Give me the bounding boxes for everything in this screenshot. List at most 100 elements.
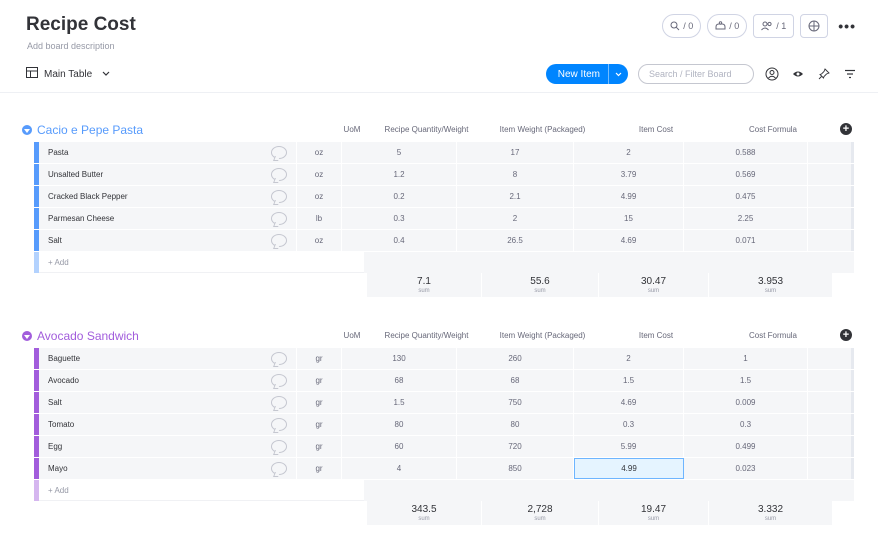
item-name-cell[interactable]: Salt	[39, 230, 297, 251]
qty-cell[interactable]: 68	[342, 370, 457, 391]
add-item-row[interactable]: + Add	[34, 480, 854, 501]
item-name-cell[interactable]: Cracked Black Pepper	[39, 186, 297, 207]
group-title-wrap[interactable]: Avocado Sandwich	[22, 329, 139, 343]
column-header-formula[interactable]: Cost Formula	[711, 331, 835, 340]
column-header-cost[interactable]: Item Cost	[601, 331, 711, 340]
qty-cell[interactable]: 0.2	[342, 186, 457, 207]
members-button[interactable]: / 1	[753, 14, 795, 38]
weight-cell[interactable]: 850	[457, 458, 574, 479]
item-name-cell[interactable]: Baguette	[39, 348, 297, 369]
table-row[interactable]: Parmesan Cheese lb 0.3 2 15 2.25	[34, 208, 854, 230]
item-name-cell[interactable]: Salt	[39, 392, 297, 413]
integrations-button[interactable]: / 0	[707, 14, 748, 38]
comment-icon[interactable]	[271, 146, 287, 159]
board-description[interactable]: Add board description	[27, 41, 115, 51]
eye-hide-icon[interactable]	[790, 66, 806, 82]
add-item-row[interactable]: + Add	[34, 252, 854, 273]
table-row[interactable]: Mayo gr 4 850 4.99 0.023	[34, 458, 854, 480]
formula-cell[interactable]: 0.588	[684, 142, 808, 163]
item-name-cell[interactable]: Avocado	[39, 370, 297, 391]
uom-cell[interactable]: oz	[297, 164, 342, 185]
weight-cell[interactable]: 26.5	[457, 230, 574, 251]
qty-cell[interactable]: 1.2	[342, 164, 457, 185]
cost-cell[interactable]: 4.99	[574, 186, 684, 207]
view-selector[interactable]: Main Table	[26, 67, 110, 81]
add-item-input[interactable]: + Add	[39, 252, 364, 273]
group-title-wrap[interactable]: Cacio e Pepe Pasta	[22, 123, 143, 137]
comment-icon[interactable]	[271, 462, 287, 475]
comment-icon[interactable]	[271, 190, 287, 203]
item-name-cell[interactable]: Parmesan Cheese	[39, 208, 297, 229]
qty-cell[interactable]: 0.4	[342, 230, 457, 251]
collapse-group-icon[interactable]	[22, 331, 32, 341]
cost-cell[interactable]: 4.69	[574, 392, 684, 413]
formula-cell[interactable]: 0.071	[684, 230, 808, 251]
item-name-cell[interactable]: Pasta	[39, 142, 297, 163]
column-header-weight[interactable]: Item Weight (Packaged)	[484, 125, 601, 134]
column-header-weight[interactable]: Item Weight (Packaged)	[484, 331, 601, 340]
activity-button[interactable]: / 0	[662, 14, 702, 38]
uom-cell[interactable]: gr	[297, 392, 342, 413]
weight-cell[interactable]: 80	[457, 414, 574, 435]
add-column-icon[interactable]: +	[840, 123, 852, 135]
comment-icon[interactable]	[271, 396, 287, 409]
table-row[interactable]: Salt oz 0.4 26.5 4.69 0.071	[34, 230, 854, 252]
table-row[interactable]: Avocado gr 68 68 1.5 1.5	[34, 370, 854, 392]
formula-cell[interactable]: 0.569	[684, 164, 808, 185]
table-row[interactable]: Tomato gr 80 80 0.3 0.3	[34, 414, 854, 436]
formula-cell[interactable]: 2.25	[684, 208, 808, 229]
weight-cell[interactable]: 2.1	[457, 186, 574, 207]
uom-cell[interactable]: oz	[297, 142, 342, 163]
weight-cell[interactable]: 2	[457, 208, 574, 229]
board-title[interactable]: Recipe Cost	[26, 14, 136, 36]
comment-icon[interactable]	[271, 352, 287, 365]
column-header-uom[interactable]: UoM	[335, 331, 369, 340]
qty-cell[interactable]: 130	[342, 348, 457, 369]
weight-cell[interactable]: 8	[457, 164, 574, 185]
qty-cell[interactable]: 1.5	[342, 392, 457, 413]
item-name-cell[interactable]: Tomato	[39, 414, 297, 435]
comment-icon[interactable]	[271, 440, 287, 453]
cost-cell[interactable]: 4.69	[574, 230, 684, 251]
new-item-button[interactable]: New Item	[545, 64, 628, 84]
formula-cell[interactable]: 0.023	[684, 458, 808, 479]
formula-cell[interactable]: 1	[684, 348, 808, 369]
cost-cell[interactable]: 2	[574, 348, 684, 369]
collapse-group-icon[interactable]	[22, 125, 32, 135]
column-header-uom[interactable]: UoM	[335, 125, 369, 134]
add-column-icon[interactable]: +	[840, 329, 852, 341]
pin-icon[interactable]	[816, 66, 832, 82]
new-item-dropdown-icon[interactable]	[608, 64, 628, 84]
weight-cell[interactable]: 68	[457, 370, 574, 391]
column-header-cost[interactable]: Item Cost	[601, 125, 711, 134]
add-item-input[interactable]: + Add	[39, 480, 364, 501]
qty-cell[interactable]: 4	[342, 458, 457, 479]
table-row[interactable]: Salt gr 1.5 750 4.69 0.009	[34, 392, 854, 414]
column-header-qty[interactable]: Recipe Quantity/Weight	[369, 125, 484, 134]
uom-cell[interactable]: gr	[297, 370, 342, 391]
weight-cell[interactable]: 750	[457, 392, 574, 413]
qty-cell[interactable]: 60	[342, 436, 457, 457]
cost-cell[interactable]: 5.99	[574, 436, 684, 457]
comment-icon[interactable]	[271, 168, 287, 181]
comment-icon[interactable]	[271, 374, 287, 387]
column-header-qty[interactable]: Recipe Quantity/Weight	[369, 331, 484, 340]
weight-cell[interactable]: 720	[457, 436, 574, 457]
qty-cell[interactable]: 0.3	[342, 208, 457, 229]
qty-cell[interactable]: 80	[342, 414, 457, 435]
sort-filter-icon[interactable]	[842, 66, 858, 82]
formula-cell[interactable]: 1.5	[684, 370, 808, 391]
cost-cell[interactable]: 15	[574, 208, 684, 229]
item-name-cell[interactable]: Unsalted Butter	[39, 164, 297, 185]
weight-cell[interactable]: 17	[457, 142, 574, 163]
group-title[interactable]: Avocado Sandwich	[37, 329, 139, 343]
uom-cell[interactable]: oz	[297, 230, 342, 251]
qty-cell[interactable]: 5	[342, 142, 457, 163]
table-row[interactable]: Baguette gr 130 260 2 1	[34, 348, 854, 370]
comment-icon[interactable]	[271, 418, 287, 431]
comment-icon[interactable]	[271, 234, 287, 247]
cost-cell[interactable]: 3.79	[574, 164, 684, 185]
person-filter-icon[interactable]	[764, 66, 780, 82]
uom-cell[interactable]: gr	[297, 458, 342, 479]
uom-cell[interactable]: lb	[297, 208, 342, 229]
